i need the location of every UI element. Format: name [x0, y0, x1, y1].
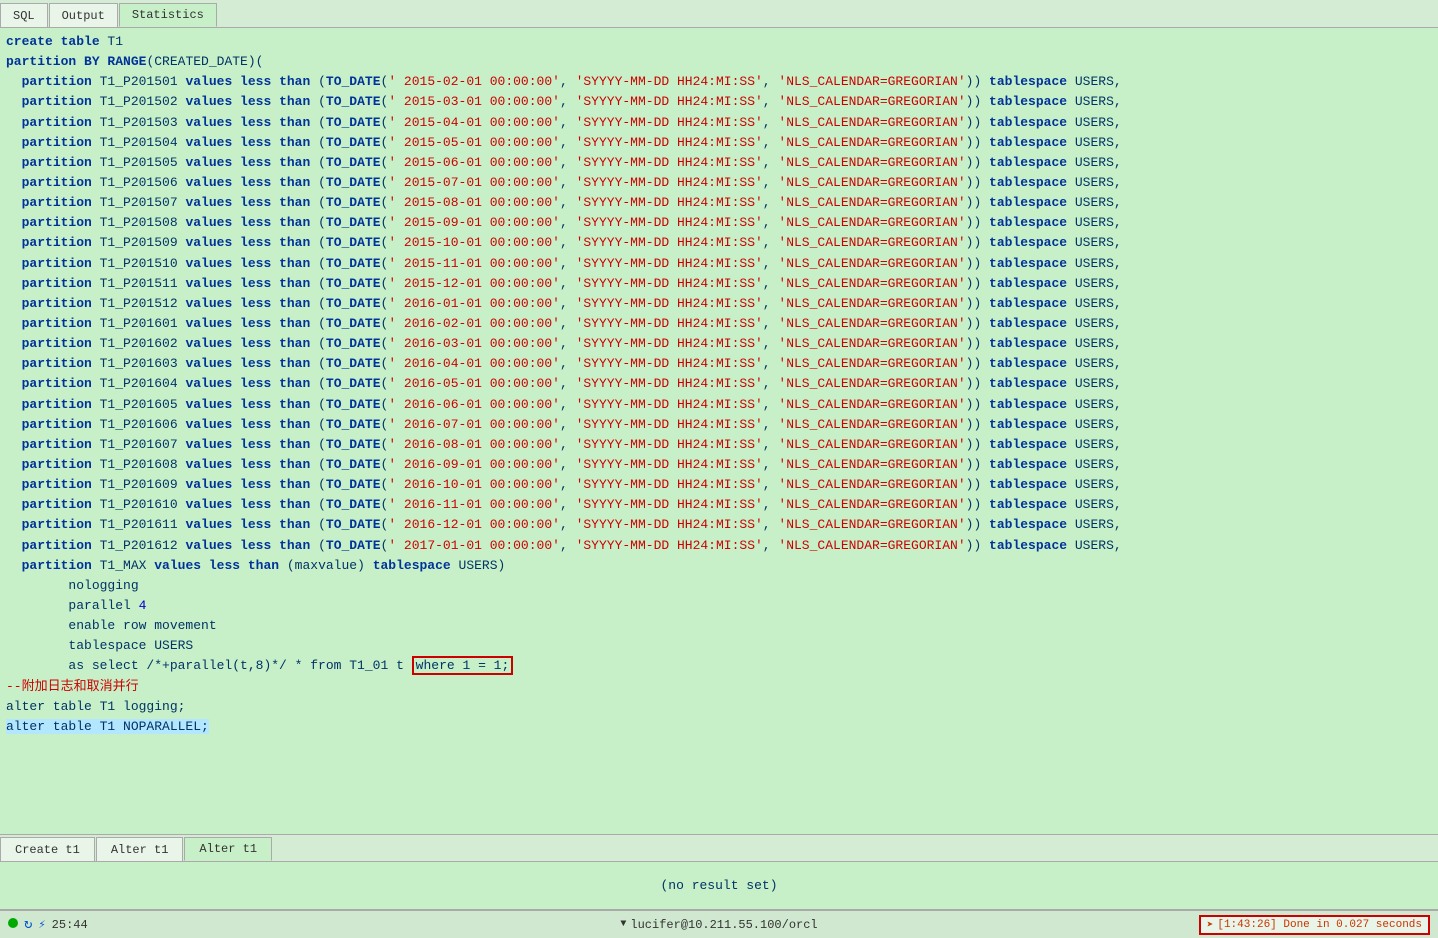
- tab-statistics[interactable]: Statistics: [119, 3, 217, 27]
- dropdown-arrow-icon[interactable]: ▼: [620, 919, 626, 930]
- status-bar: ↻ ⚡ 25:44 ▼ lucifer@10.211.55.100/orcl ➤…: [0, 910, 1438, 938]
- result-tab-alter-t1-2[interactable]: Alter t1: [184, 837, 272, 861]
- execution-status-text: [1:43:26] Done in 0.027 seconds: [1217, 919, 1422, 931]
- result-tab-alter-t1-1-label: Alter t1: [111, 843, 169, 857]
- connection-label: lucifer@10.211.55.100/orcl: [630, 918, 817, 932]
- tab-output[interactable]: Output: [49, 3, 118, 27]
- result-area: (no result set): [0, 862, 1438, 910]
- refresh-icon[interactable]: ↻: [24, 916, 32, 933]
- execution-status-box: ➤ [1:43:26] Done in 0.027 seconds: [1199, 915, 1430, 935]
- lightning-icon: ⚡: [38, 917, 45, 932]
- tab-output-label: Output: [62, 9, 105, 23]
- result-tab-create-t1-label: Create t1: [15, 843, 80, 857]
- sql-editor[interactable]: create table T1 partition BY RANGE(CREAT…: [0, 28, 1438, 834]
- status-time: 25:44: [52, 918, 88, 932]
- status-right: ➤ [1:43:26] Done in 0.027 seconds: [826, 915, 1430, 935]
- result-tab-create-t1[interactable]: Create t1: [0, 837, 95, 861]
- green-dot-icon: [8, 918, 18, 932]
- tab-bar: SQL Output Statistics: [0, 0, 1438, 28]
- result-tab-alter-t1-2-label: Alter t1: [199, 842, 257, 856]
- tab-sql[interactable]: SQL: [0, 3, 48, 27]
- tab-statistics-label: Statistics: [132, 8, 204, 22]
- result-tab-bar: Create t1 Alter t1 Alter t1: [0, 834, 1438, 862]
- status-center: ▼ lucifer@10.211.55.100/orcl: [620, 918, 817, 932]
- execution-arrow-icon: ➤: [1207, 918, 1214, 932]
- status-left: ↻ ⚡ 25:44: [8, 916, 612, 933]
- result-tab-alter-t1-1[interactable]: Alter t1: [96, 837, 184, 861]
- tab-sql-label: SQL: [13, 9, 35, 23]
- result-text: (no result set): [660, 878, 777, 893]
